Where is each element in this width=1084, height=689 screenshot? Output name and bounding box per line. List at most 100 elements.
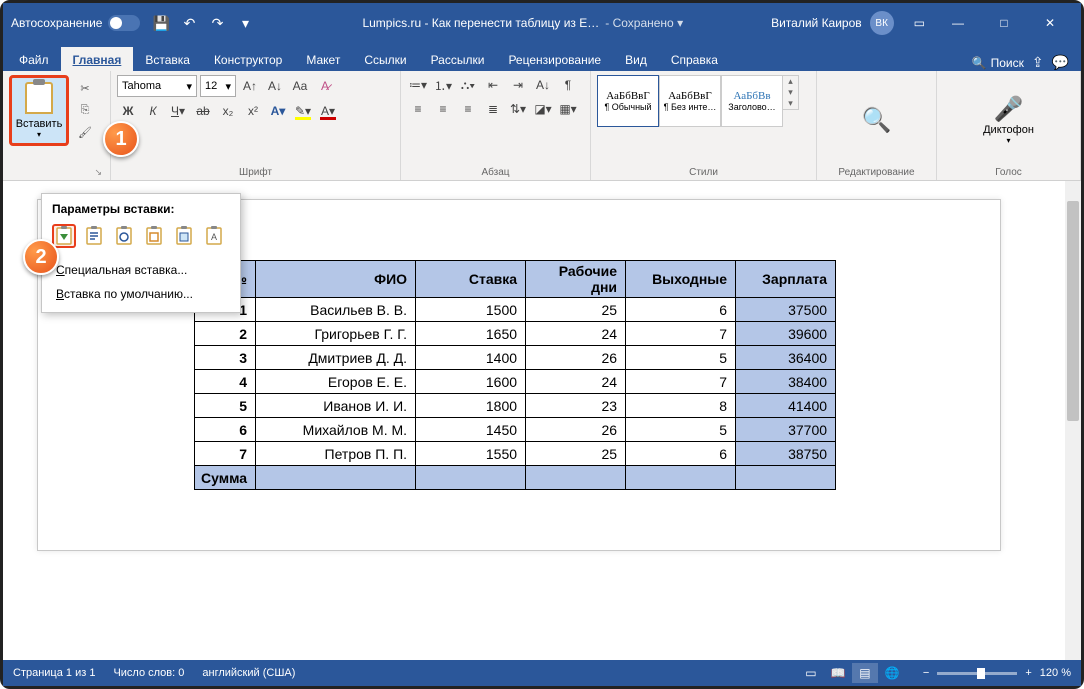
style-no-spacing[interactable]: АаБбВвГ ¶ Без инте… — [659, 75, 721, 127]
read-mode-icon[interactable]: 📖 — [825, 663, 851, 683]
bullets-icon[interactable]: ≔▾ — [407, 75, 429, 95]
zoom-level[interactable]: 120 % — [1040, 667, 1071, 679]
avatar[interactable]: ВК — [870, 11, 894, 35]
cell-days[interactable]: 23 — [526, 394, 626, 418]
font-name-dropdown[interactable]: Tahoma▾ — [117, 75, 197, 97]
undo-icon[interactable]: ↶ — [180, 14, 198, 32]
scrollbar-thumb[interactable] — [1067, 201, 1079, 421]
paste-text-only[interactable]: A — [202, 224, 226, 248]
paste-default-menu-item[interactable]: Вставка по умолчанию... — [48, 282, 234, 306]
numbering-icon[interactable]: ⒈▾ — [432, 75, 454, 95]
cell-rate[interactable]: 1450 — [416, 418, 526, 442]
redo-icon[interactable]: ↷ — [208, 14, 226, 32]
cut-icon[interactable]: ✂ — [75, 79, 95, 97]
comments-icon[interactable]: 💬 — [1052, 54, 1069, 71]
search-box[interactable]: 🔍 Поиск — [972, 56, 1024, 70]
save-icon[interactable]: 💾 — [152, 14, 170, 32]
cell-num[interactable]: 3 — [195, 346, 256, 370]
cell-off[interactable]: 5 — [626, 418, 736, 442]
font-color-icon[interactable]: A▾ — [317, 101, 339, 121]
cell-fio[interactable]: Васильев В. В. — [256, 298, 416, 322]
tab-review[interactable]: Рецензирование — [496, 47, 613, 71]
paste-use-destination-styles[interactable] — [82, 224, 106, 248]
cell-salary[interactable]: 37500 — [736, 298, 836, 322]
cell-days[interactable]: 25 — [526, 442, 626, 466]
align-left-icon[interactable]: ≡ — [407, 99, 429, 119]
paste-link-keep-source[interactable] — [112, 224, 136, 248]
autosave-toggle[interactable] — [108, 15, 140, 31]
cell-salary[interactable]: 37700 — [736, 418, 836, 442]
cell-off[interactable]: 5 — [626, 346, 736, 370]
bold-icon[interactable]: Ж — [117, 101, 139, 121]
sum-label[interactable]: Сумма — [195, 466, 256, 490]
cell-days[interactable]: 24 — [526, 322, 626, 346]
focus-mode-icon[interactable]: ▭ — [798, 663, 824, 683]
font-size-dropdown[interactable]: 12▾ — [200, 75, 236, 97]
cell-days[interactable]: 24 — [526, 370, 626, 394]
cell-off[interactable]: 7 — [626, 322, 736, 346]
tab-insert[interactable]: Вставка — [133, 47, 202, 71]
shrink-font-icon[interactable]: A↓ — [264, 76, 286, 96]
underline-icon[interactable]: Ч▾ — [167, 101, 189, 121]
highlight-color-icon[interactable]: ✎▾ — [292, 101, 314, 121]
cell-num[interactable]: 6 — [195, 418, 256, 442]
cell-salary[interactable]: 36400 — [736, 346, 836, 370]
multilevel-list-icon[interactable]: ⛬▾ — [457, 75, 479, 95]
cell-num[interactable]: 5 — [195, 394, 256, 418]
cell-rate[interactable]: 1400 — [416, 346, 526, 370]
tab-view[interactable]: Вид — [613, 47, 659, 71]
style-normal[interactable]: АаБбВвГ ¶ Обычный — [597, 75, 659, 127]
tab-layout[interactable]: Макет — [294, 47, 352, 71]
cell-rate[interactable]: 1550 — [416, 442, 526, 466]
clipboard-launcher-icon[interactable]: ↘ — [94, 167, 102, 178]
style-heading1[interactable]: АаБбВв Заголово… — [721, 75, 783, 127]
show-marks-icon[interactable]: ¶ — [557, 75, 579, 95]
subscript-icon[interactable]: x₂ — [217, 101, 239, 121]
cell-fio[interactable]: Михайлов М. М. — [256, 418, 416, 442]
paste-keep-source-formatting[interactable] — [52, 224, 76, 248]
align-center-icon[interactable]: ≡ — [432, 99, 454, 119]
vertical-scrollbar[interactable] — [1065, 181, 1081, 660]
tab-references[interactable]: Ссылки — [352, 47, 418, 71]
cell-rate[interactable]: 1500 — [416, 298, 526, 322]
borders-icon[interactable]: ▦▾ — [557, 99, 579, 119]
increase-indent-icon[interactable]: ⇥ — [507, 75, 529, 95]
find-icon[interactable]: 🔍 — [862, 106, 892, 135]
cell-fio[interactable]: Григорьев Г. Г. — [256, 322, 416, 346]
ribbon-display-options-icon[interactable]: ▭ — [914, 16, 925, 30]
superscript-icon[interactable]: x² — [242, 101, 264, 121]
clear-formatting-icon[interactable]: A̷ — [314, 76, 336, 96]
grow-font-icon[interactable]: A↑ — [239, 76, 261, 96]
sort-icon[interactable]: A↓ — [532, 75, 554, 95]
cell-days[interactable]: 26 — [526, 418, 626, 442]
cell-num[interactable]: 4 — [195, 370, 256, 394]
copy-icon[interactable]: ⎘ — [75, 101, 95, 119]
cell-off[interactable]: 8 — [626, 394, 736, 418]
close-button[interactable]: ✕ — [1027, 3, 1073, 43]
zoom-slider[interactable] — [937, 672, 1017, 675]
text-effects-icon[interactable]: A▾ — [267, 101, 289, 121]
dictate-button[interactable]: 🎤 Диктофон ▾ — [983, 95, 1034, 145]
share-icon[interactable]: ⇪ — [1032, 54, 1044, 71]
format-painter-icon[interactable]: 🖌 — [75, 123, 95, 141]
cell-off[interactable]: 7 — [626, 370, 736, 394]
tab-help[interactable]: Справка — [659, 47, 730, 71]
cell-salary[interactable]: 38400 — [736, 370, 836, 394]
cell-salary[interactable]: 38750 — [736, 442, 836, 466]
cell-rate[interactable]: 1650 — [416, 322, 526, 346]
cell-fio[interactable]: Егоров Е. Е. — [256, 370, 416, 394]
cell-fio[interactable]: Петров П. П. — [256, 442, 416, 466]
cell-num[interactable]: 7 — [195, 442, 256, 466]
cell-days[interactable]: 26 — [526, 346, 626, 370]
tab-mailings[interactable]: Рассылки — [419, 47, 497, 71]
cell-salary[interactable]: 39600 — [736, 322, 836, 346]
strikethrough-icon[interactable]: ab — [192, 101, 214, 121]
decrease-indent-icon[interactable]: ⇤ — [482, 75, 504, 95]
change-case-icon[interactable]: Aa — [289, 76, 311, 96]
line-spacing-icon[interactable]: ⇅▾ — [507, 99, 529, 119]
paste-link-use-destination[interactable] — [142, 224, 166, 248]
tab-home[interactable]: Главная — [61, 47, 134, 71]
cell-fio[interactable]: Дмитриев Д. Д. — [256, 346, 416, 370]
zoom-out-button[interactable]: − — [923, 667, 929, 679]
cell-off[interactable]: 6 — [626, 298, 736, 322]
